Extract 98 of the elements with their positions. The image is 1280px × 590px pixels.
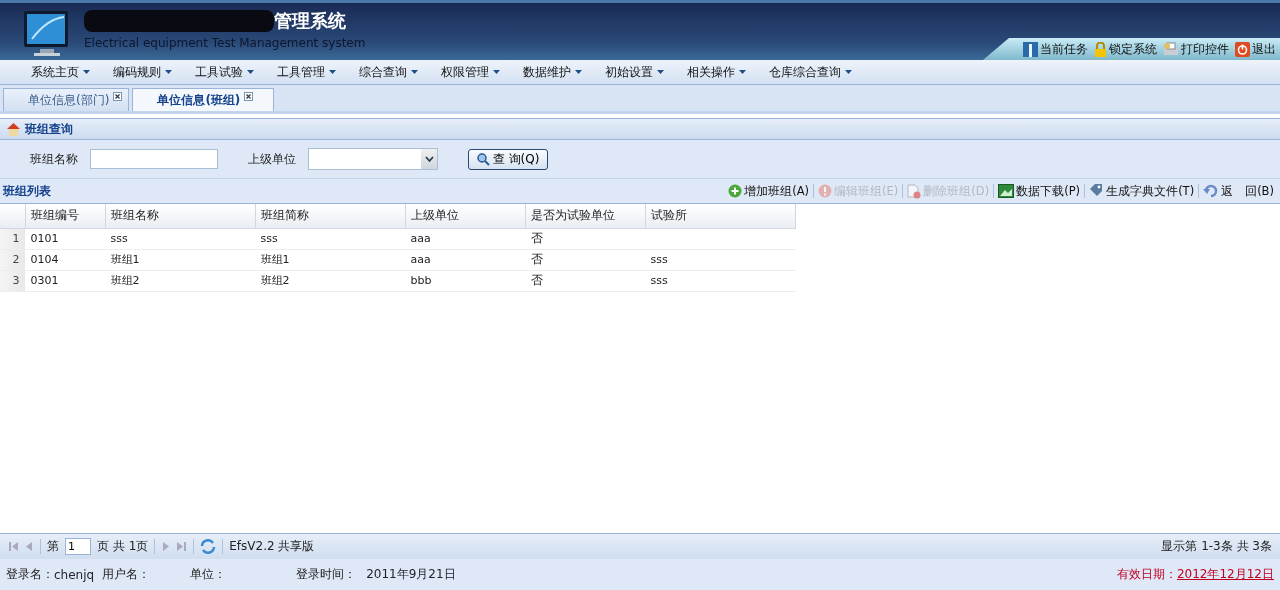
menu-item[interactable]: 系统主页 (31, 63, 113, 81)
table-cell: 班组2 (260, 274, 290, 287)
row-number: 2 (0, 249, 25, 270)
menu-item[interactable]: 工具管理 (277, 63, 359, 81)
header-link[interactable]: 退出 (1235, 40, 1276, 58)
menu-item[interactable]: 权限管理 (441, 63, 523, 81)
plus-icon (728, 184, 743, 198)
caret-icon (739, 70, 746, 74)
menu-item[interactable]: 相关操作 (687, 63, 769, 81)
caret-icon (329, 70, 336, 74)
last-page-icon[interactable] (176, 541, 188, 552)
column-header[interactable]: 上级单位 (405, 204, 525, 228)
toolbar-button[interactable]: 数据下载(P) (998, 183, 1081, 199)
field-label: 上级单位 (248, 150, 296, 168)
menu-item[interactable]: 初始设置 (605, 63, 687, 81)
table-cell: 班组1 (260, 253, 290, 266)
previous-page-icon[interactable] (25, 541, 34, 552)
version-label: EfsV2.2 共享版 (229, 538, 315, 555)
list-title: 班组列表 (3, 182, 51, 200)
table-cell: bbb (410, 274, 432, 287)
section-title: 班组查询 (25, 120, 73, 138)
field-label: 班组名称 (30, 150, 78, 168)
tab[interactable]: 单位信息(部门) (3, 88, 130, 111)
chart-icon (1023, 41, 1038, 57)
close-icon[interactable] (244, 92, 254, 101)
undo-icon (1203, 184, 1220, 198)
caret-icon (657, 70, 664, 74)
table-cell: aaa (410, 253, 431, 266)
input-field[interactable] (90, 149, 218, 169)
column-header[interactable]: 班组编号 (25, 204, 105, 228)
caret-icon (83, 70, 90, 74)
close-icon[interactable] (113, 92, 123, 101)
caret-icon (165, 70, 172, 74)
table-cell: aaa (410, 232, 431, 245)
column-header[interactable]: 是否为试验单位 (525, 204, 645, 228)
column-header[interactable]: 班组名称 (105, 204, 255, 228)
house-icon (6, 122, 21, 136)
table-cell: 0101 (30, 232, 59, 245)
login-label: 登录名： (6, 566, 54, 583)
table-cell: 否 (530, 252, 543, 266)
menu-item[interactable]: 综合查询 (359, 63, 441, 81)
chevron-icon (424, 156, 434, 162)
login-time-label: 登录时间： (296, 566, 357, 583)
header-link[interactable]: 锁定系统 (1094, 40, 1157, 58)
caret-icon (247, 70, 254, 74)
image-icon (998, 184, 1015, 198)
table-cell: 班组1 (110, 253, 140, 266)
column-header[interactable]: 班组简称 (255, 204, 405, 228)
caret-icon (493, 70, 500, 74)
column-header[interactable]: 试验所 (645, 204, 795, 228)
first-page-icon[interactable] (8, 541, 19, 552)
page-label: 第 (47, 538, 59, 555)
expiry-date-link[interactable]: 2012年12月12日 (1176, 566, 1274, 583)
table-cell: 否 (530, 273, 543, 287)
login-time: 2011年9月21日 (366, 566, 456, 583)
header-link[interactable]: 当前任务 (1023, 40, 1088, 58)
system-title: 管理系统 (274, 9, 346, 33)
lock-icon (1094, 41, 1107, 57)
search-icon (476, 152, 490, 166)
caret-icon (575, 70, 582, 74)
toolbar-button[interactable]: 生成字典文件(T) (1089, 183, 1195, 199)
tab[interactable]: 单位信息(班组) (132, 88, 275, 111)
expiry-label: 有效日期： (1116, 566, 1177, 583)
tag-icon (1089, 184, 1105, 198)
caret-icon (411, 70, 418, 74)
table-cell: sss (260, 232, 278, 245)
toolbar-button[interactable]: 返 回(B) (1203, 183, 1274, 199)
table-cell: 0301 (30, 274, 59, 287)
system-subtitle: Electrical equipment Test Management system (84, 36, 366, 50)
table-cell: sss (650, 274, 668, 287)
toolbar-button[interactable]: 增加班组(A) (728, 183, 810, 199)
row-number: 3 (0, 270, 25, 291)
dropdown-field[interactable] (308, 148, 438, 170)
refresh-icon[interactable] (200, 539, 217, 554)
table-cell: 班组2 (110, 274, 140, 287)
unit-label: 单位： (190, 566, 227, 583)
menu-item[interactable]: 数据维护 (523, 63, 605, 81)
caret-icon (845, 70, 852, 74)
table-cell: sss (650, 253, 668, 266)
exclamation-icon (818, 184, 833, 198)
power-icon (1235, 41, 1250, 57)
next-page-icon[interactable] (161, 541, 171, 552)
menu-item[interactable]: 工具试验 (195, 63, 277, 81)
page-input[interactable]: 1 (65, 538, 91, 555)
record-summary: 显示第 1-3条 共 3条 (1161, 538, 1272, 555)
menu-item[interactable]: 仓库综合查询 (769, 63, 852, 81)
search-button[interactable]: 查 询(Q) (468, 148, 548, 170)
table-cell: 0104 (30, 253, 59, 266)
document-delete-icon (907, 183, 922, 199)
header-link[interactable]: 打印控件 (1163, 40, 1229, 58)
printer-icon (1163, 41, 1179, 57)
user-label: 用户名： (102, 566, 151, 583)
table-cell: 否 (530, 231, 543, 245)
page-count: 页 共 1页 (97, 538, 149, 555)
row-number: 1 (0, 228, 25, 249)
table-cell: sss (110, 232, 128, 245)
menu-item[interactable]: 编码规则 (113, 63, 195, 81)
login-name: chenjq (54, 567, 95, 582)
